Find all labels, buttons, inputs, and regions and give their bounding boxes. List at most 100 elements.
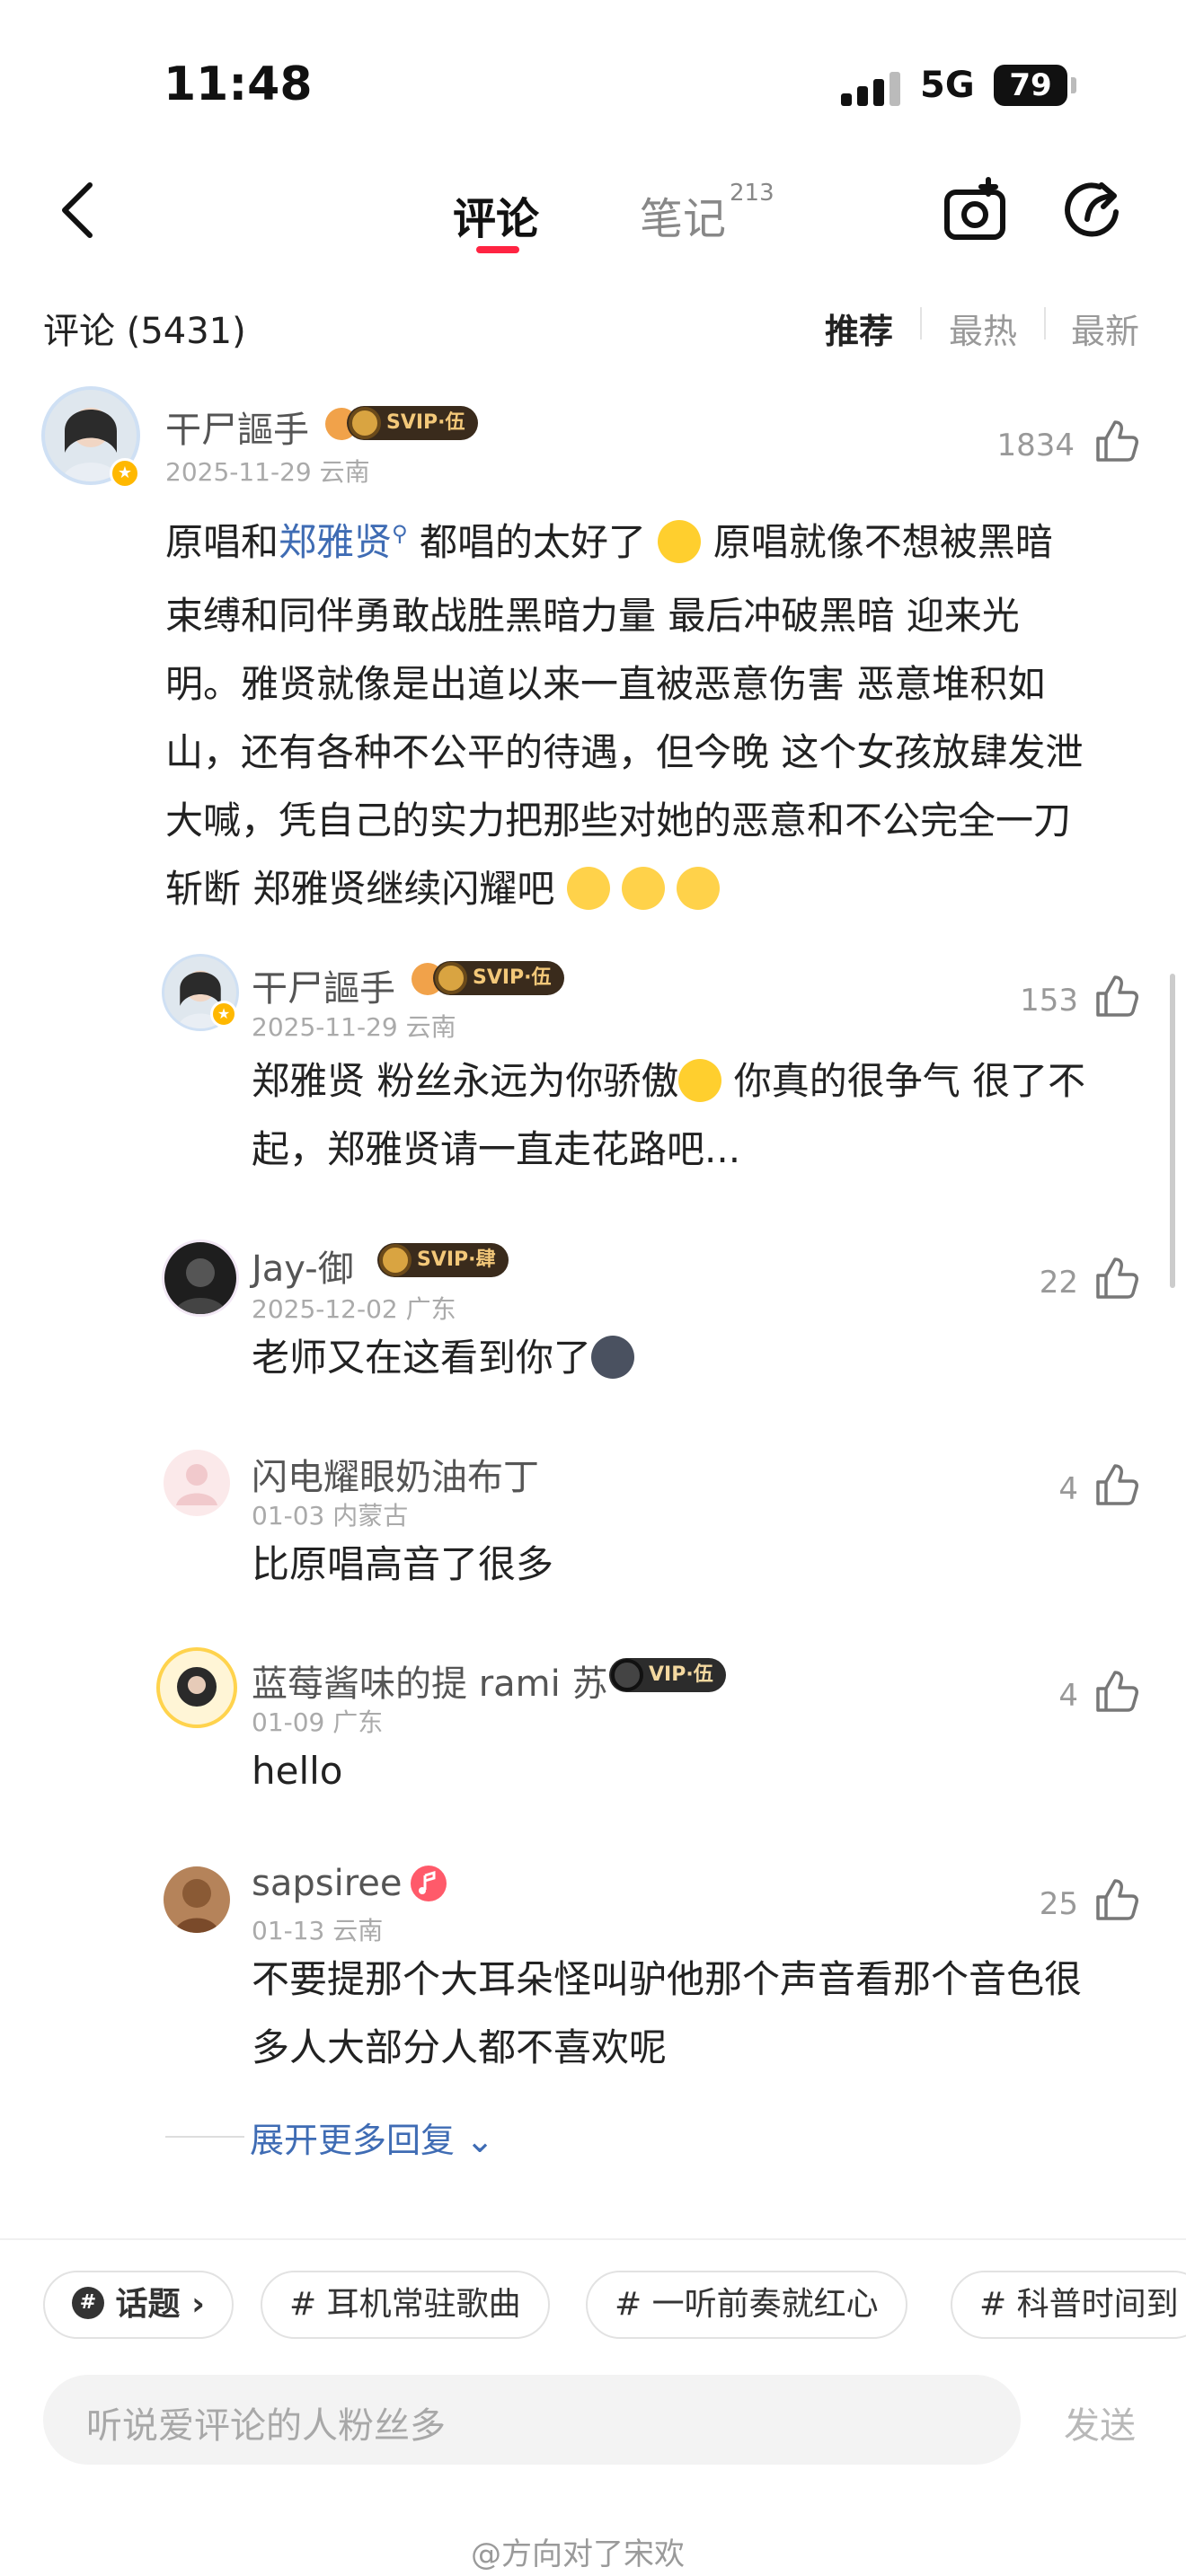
sort-recommended[interactable]: 推荐 [825, 304, 893, 353]
reply-username[interactable]: Jay-御 [252, 1239, 354, 1292]
star-badge-icon: ★ [210, 1001, 237, 1028]
comment-line: 束缚和同伴勇敢战胜黑暗力量 最后冲破黑暗 迎来光 [165, 594, 1020, 638]
heart-eyes-emoji-icon [658, 519, 702, 563]
topic-hash-icon: # [72, 2287, 104, 2319]
like-count: 4 [1058, 1471, 1078, 1507]
comment-input-placeholder: 听说爱评论的人粉丝多 [86, 2405, 446, 2447]
avatar[interactable] [162, 1239, 239, 1317]
comment-username[interactable]: 干尸謳手 [165, 401, 309, 453]
reply-text-segment: 郑雅贤 粉丝永远为你骄傲 [252, 1059, 679, 1103]
topic-chip[interactable]: # 科普时间到 [951, 2271, 1186, 2339]
sort-newest[interactable]: 最新 [1071, 304, 1139, 353]
comment-text-segment: 原唱就像不想被黑暗 [712, 520, 1053, 564]
music-note-icon [411, 1866, 447, 1901]
comment-line: 大喊，凭自己的实力把那些对她的恶意和不公完全一刀 [165, 798, 1072, 842]
like-count: 25 [1039, 1886, 1078, 1922]
comment-count: 评论 (5431) [43, 311, 246, 352]
search-icon: ⚲ [392, 521, 408, 546]
network-type: 5G [920, 65, 975, 106]
avatar[interactable] [164, 1450, 230, 1516]
vip-badge: VIP·伍 [609, 1658, 726, 1692]
reply-text-segment: 你真的很争气 很了不 [733, 1059, 1086, 1103]
reply-text: 不要提那个大耳朵怪叫驴他那个声音看那个音色很 多人大部分人都不喜欢呢 [252, 1945, 1159, 2082]
vip-badge: SVIP·肆 [377, 1243, 509, 1277]
sort-divider [920, 307, 922, 340]
comment-text-segment: 原唱和 [165, 520, 279, 564]
like-count: 22 [1039, 1265, 1078, 1301]
blushing-emoji-icon [678, 1058, 722, 1102]
like-count: 4 [1058, 1678, 1078, 1714]
thumbs-up-icon[interactable] [1094, 1462, 1139, 1507]
mention-link[interactable]: 郑雅贤 [279, 520, 392, 564]
expand-more-replies[interactable]: 展开更多回复 ⌄ [250, 2113, 494, 2162]
tab-comments[interactable]: 评论 [453, 183, 539, 246]
bottom-divider [0, 2238, 1186, 2240]
expand-divider [165, 2136, 244, 2138]
avatar[interactable] [156, 1647, 237, 1728]
topic-chip[interactable]: # 耳机常驻歌曲 [261, 2271, 550, 2339]
topic-chip-topics[interactable]: # 话题 › [43, 2271, 234, 2339]
watermark: @方向对了宋欢 [471, 2536, 685, 2572]
clock: 11:48 [164, 57, 313, 111]
vip-badge-label: SVIP·伍 [386, 411, 465, 434]
share-icon[interactable] [1060, 176, 1128, 244]
crying-emoji-icon [566, 866, 610, 910]
comment-text-segment: 都唱的太好了 [419, 520, 646, 564]
status-bar: 11:48 5G 79 [0, 0, 1186, 171]
like-count: 153 [1020, 983, 1078, 1019]
thumbs-up-icon[interactable] [1094, 1669, 1139, 1714]
sort-divider [1044, 307, 1046, 340]
dark-moon-emoji-icon [591, 1335, 635, 1379]
vip-badge-label: SVIP·肆 [417, 1248, 496, 1271]
crying-emoji-icon [677, 866, 721, 910]
send-button[interactable]: 发送 [1064, 2396, 1136, 2448]
battery-icon: 79 [994, 65, 1067, 106]
reply-meta: 01-09 广东 [252, 1707, 384, 1737]
active-tab-indicator [476, 246, 519, 253]
reply-text: hello [252, 1749, 343, 1793]
thumbs-up-icon[interactable] [1094, 1877, 1139, 1922]
comment-line: 明。雅贤就像是出道以来一直被恶意伤害 恶意堆积如 [165, 662, 1046, 706]
thumbs-up-icon[interactable] [1094, 974, 1139, 1019]
reply-line: 不要提那个大耳朵怪叫驴他那个声音看那个音色很 [252, 1957, 1083, 2001]
reply-text: 老师又在这看到你了 [252, 1324, 1150, 1392]
thumbs-up-icon[interactable] [1094, 419, 1139, 463]
reply-username[interactable]: sapsiree [252, 1863, 402, 1904]
thumbs-up-icon[interactable] [1094, 1256, 1139, 1301]
comment-text-segment: 斩断 郑雅贤继续闪耀吧 [165, 867, 555, 911]
reply-meta: 01-13 云南 [252, 1916, 384, 1945]
reply-line: 起，郑雅贤请一直走花路吧... [252, 1127, 741, 1171]
tab-notes-label: 笔记 [640, 194, 727, 244]
camera-icon[interactable] [942, 176, 1010, 244]
vip-badge-label: VIP·伍 [649, 1663, 713, 1686]
reply-text-segment: 老师又在这看到你了 [252, 1336, 592, 1380]
reply-meta: 01-03 内蒙古 [252, 1501, 409, 1531]
vip-badge: SVIP·伍 [347, 406, 478, 440]
sort-hottest[interactable]: 最热 [949, 304, 1017, 353]
chevron-down-icon: ⌄ [465, 2121, 494, 2160]
scrollbar[interactable] [1170, 974, 1175, 1288]
reply-username[interactable]: 干尸謳手 [252, 959, 395, 1011]
reply-text: 郑雅贤 粉丝永远为你骄傲 你真的很争气 很了不 起，郑雅贤请一直走花路吧... [252, 1047, 1150, 1184]
expand-more-label: 展开更多回复 [250, 2121, 456, 2160]
reply-text: 比原唱高音了很多 [252, 1542, 554, 1586]
star-badge-icon: ★ [110, 458, 140, 489]
vip-badge-label: SVIP·伍 [473, 966, 552, 989]
topic-chip-label: 话题 [115, 2286, 181, 2323]
vip-badge: SVIP·伍 [433, 961, 564, 995]
notes-count: 213 [730, 180, 774, 207]
reply-meta: 2025-11-29 云南 [252, 1012, 456, 1042]
tab-notes[interactable]: 笔记213 [640, 180, 774, 246]
chevron-right-icon: › [180, 2286, 205, 2323]
signal-icon [841, 70, 900, 106]
avatar[interactable] [164, 1866, 230, 1933]
comment-meta: 2025-11-29 云南 [165, 457, 370, 487]
reply-meta: 2025-12-02 广东 [252, 1294, 456, 1324]
reply-username[interactable]: 蓝莓酱味的提 rami 苏 [252, 1654, 607, 1707]
back-icon[interactable] [52, 180, 106, 241]
reply-username[interactable]: 闪电耀眼奶油布丁 [252, 1448, 539, 1500]
comment-text: 原唱和郑雅贤⚲ 都唱的太好了 原唱就像不想被黑暗 束缚和同伴勇敢战胜黑暗力量 最… [165, 508, 1154, 923]
reply-line: 多人大部分人都不喜欢呢 [252, 2025, 668, 2069]
crying-emoji-icon [622, 866, 666, 910]
topic-chip[interactable]: # 一听前奏就红心 [586, 2271, 907, 2339]
